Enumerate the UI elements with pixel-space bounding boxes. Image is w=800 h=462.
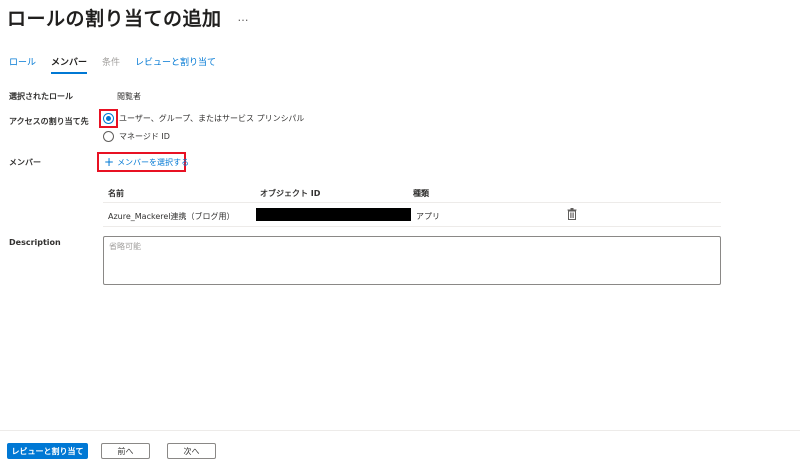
review-assign-button[interactable]: レビューと割り当て [7,443,88,459]
radio-label: ユーザー、グループ、またはサービス プリンシパル [119,114,305,123]
select-members-link[interactable]: + メンバーを選択する [97,152,190,172]
column-header-object-id: オブジェクト ID [260,189,321,198]
plus-icon: + [104,155,115,169]
tab-members[interactable]: メンバー [51,55,88,74]
radio-label: マネージド ID [119,132,170,141]
column-header-name: 名前 [108,189,124,198]
trash-icon[interactable] [567,208,577,220]
radio-option-managed-id[interactable]: マネージド ID [103,131,170,142]
footer-divider [0,430,800,431]
more-options-button[interactable]: … [238,11,250,24]
tab-review-assign[interactable]: レビューと割り当て [135,55,216,74]
members-label: メンバー [9,158,41,167]
selected-role-value: 閲覧者 [117,92,141,101]
tab-role[interactable]: ロール [9,55,36,74]
redacted-object-id [256,208,411,221]
column-header-type: 種類 [413,189,429,198]
member-type-cell: アプリ [416,212,440,221]
page-header: ロールの割り当ての追加 … [7,4,250,31]
next-button[interactable]: 次へ [167,443,216,459]
prev-button[interactable]: 前へ [101,443,150,459]
member-name-cell: Azure_Mackerel連携（ブログ用） [108,212,235,221]
table-row-divider [103,226,721,227]
radio-button[interactable] [103,113,114,124]
radio-option-user-group-sp[interactable]: ユーザー、グループ、またはサービス プリンシパル [103,113,304,124]
assign-access-label: アクセスの割り当て先 [9,117,89,126]
page-title: ロールの割り当ての追加 [7,8,222,30]
table-divider [103,202,721,203]
description-label: Description [9,238,61,247]
tab-bar: ロール メンバー 条件 レビューと割り当て [9,55,231,74]
select-members-text: メンバーを選択する [117,157,190,167]
selected-role-label: 選択されたロール [9,92,73,101]
description-textarea[interactable] [103,236,721,285]
tab-conditions: 条件 [102,58,121,68]
radio-button[interactable] [103,131,114,142]
